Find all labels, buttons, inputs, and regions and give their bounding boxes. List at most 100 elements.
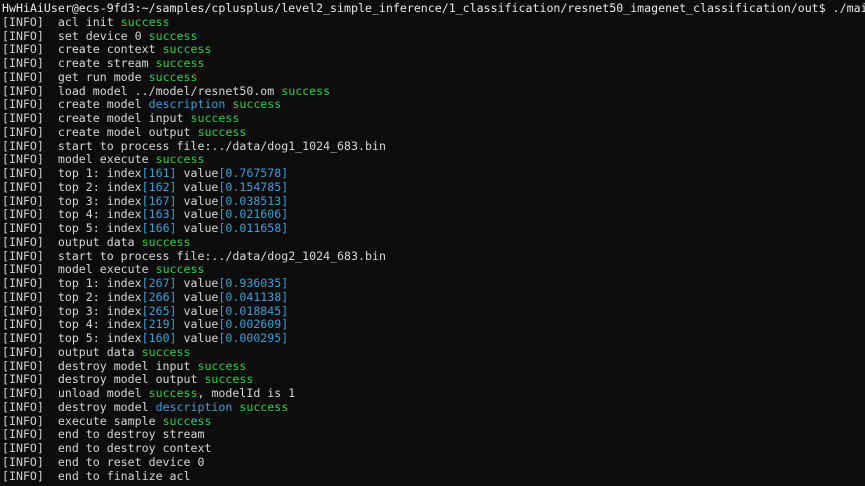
log-level-tag: [INFO]	[2, 276, 44, 290]
terminal-window[interactable]: HwHiAiUser@ecs-9fd3:~/samples/cplusplus/…	[0, 0, 865, 486]
log-level-tag: [INFO]	[2, 399, 44, 414]
log-level-tag: [INFO]	[2, 14, 44, 29]
log-line: [INFO] model execute success	[2, 262, 865, 277]
log-text: top 4: index	[57, 207, 142, 222]
status-success: success	[141, 344, 191, 359]
log-level-tag: [INFO]	[2, 317, 44, 332]
log-line: [INFO] end to finalize acl	[2, 468, 865, 484]
log-level-tag: [INFO]	[2, 138, 44, 153]
log-text: value	[176, 166, 219, 180]
log-level-tag: [INFO]	[2, 42, 44, 57]
log-text: top 1: index	[57, 276, 142, 290]
log-text: acl init	[57, 14, 121, 29]
log-text: destroy model output	[57, 372, 205, 387]
log-level-tag: [INFO]	[2, 248, 44, 263]
status-success: success	[162, 42, 212, 57]
log-text: top 1: index	[57, 166, 142, 180]
highlighted-value: [0.011658]	[218, 221, 289, 235]
log-text: top 4: index	[57, 317, 142, 332]
log-line: [INFO] top 5: index[166] value[0.011658]	[2, 221, 865, 236]
log-text: value	[176, 303, 219, 318]
highlighted-value: [0.936035]	[218, 276, 289, 290]
log-text: output data	[57, 344, 142, 359]
log-text: start to process file:../data/dog2_1024_…	[57, 248, 386, 263]
log-text: top 3: index	[57, 303, 142, 318]
highlighted-value: [0.767578]	[218, 166, 289, 180]
log-text: value	[176, 276, 219, 290]
log-line: [INFO] unload model success, modelId is …	[2, 386, 865, 401]
log-text: value	[176, 289, 219, 304]
log-text: create model output	[57, 124, 198, 139]
log-text: value	[176, 207, 219, 222]
status-success: success	[197, 124, 247, 139]
log-level-tag: [INFO]	[2, 454, 44, 469]
log-line: [INFO] end to reset device 0	[2, 454, 865, 470]
highlighted-value: [0.021606]	[218, 207, 289, 222]
log-level-tag: [INFO]	[2, 468, 44, 483]
log-line: [INFO] top 1: index[267] value[0.936035]	[2, 276, 865, 291]
log-level-tag: [INFO]	[2, 289, 44, 304]
log-line: [INFO] output data success	[2, 234, 865, 250]
log-line: [INFO] start to process file:../data/dog…	[2, 138, 865, 154]
log-text: end to destroy context	[57, 441, 212, 455]
highlighted-value: [266]	[141, 289, 177, 304]
status-success: success	[239, 399, 289, 414]
log-line: [INFO] set device 0 success	[2, 28, 865, 44]
log-text: , modelId is 1	[197, 386, 296, 400]
highlighted-value: [265]	[141, 303, 177, 318]
log-line: [INFO] create context success	[2, 42, 865, 57]
log-text: unload model	[57, 386, 149, 400]
log-line: [INFO] start to process file:../data/dog…	[2, 248, 865, 264]
status-success: success	[232, 97, 282, 112]
log-level-tag: [INFO]	[2, 179, 44, 194]
status-success: success	[162, 413, 212, 428]
log-text: load model ../model/resnet50.om	[57, 83, 282, 98]
status-success: success	[148, 386, 198, 400]
log-level-tag: [INFO]	[2, 83, 44, 98]
log-level-tag: [INFO]	[2, 97, 44, 112]
log-line: [INFO] output data success	[2, 344, 865, 360]
log-text: end to reset device 0	[57, 454, 205, 469]
highlighted-value: [0.018845]	[218, 303, 289, 318]
log-level-tag: [INFO]	[2, 441, 44, 455]
log-text: end to finalize acl	[57, 468, 191, 483]
log-text: destroy model	[57, 399, 156, 414]
log-text: value	[176, 193, 219, 208]
highlighted-value: [0.002609]	[218, 317, 289, 332]
log-line: [INFO] end to destroy context	[2, 441, 865, 456]
log-text: create context	[57, 42, 163, 57]
log-level-tag: [INFO]	[2, 193, 44, 208]
log-level-tag: [INFO]	[2, 234, 44, 249]
highlighted-value: [161]	[141, 166, 177, 180]
log-text: value	[176, 331, 219, 345]
log-level-tag: [INFO]	[2, 221, 44, 235]
status-success: success	[155, 152, 205, 167]
shell-prompt: HwHiAiUser@ecs-9fd3:~/samples/cplusplus/…	[2, 1, 865, 15]
log-text: value	[176, 179, 219, 194]
log-line: [INFO] end to destroy stream	[2, 427, 865, 442]
log-text: value	[176, 317, 219, 332]
log-line: [INFO] top 4: index[163] value[0.021606]	[2, 207, 865, 222]
log-line: [INFO] top 3: index[167] value[0.038513]	[2, 193, 865, 209]
highlighted-value: [162]	[141, 179, 177, 194]
log-level-tag: [INFO]	[2, 56, 44, 70]
log-level-tag: [INFO]	[2, 427, 44, 442]
log-text: top 2: index	[57, 289, 142, 304]
log-line: [INFO] top 2: index[266] value[0.041138]	[2, 289, 865, 305]
log-level-tag: [INFO]	[2, 344, 44, 359]
status-success: success	[148, 28, 198, 43]
log-line: [INFO] destroy model input success	[2, 359, 865, 374]
log-line: [INFO] create model input success	[2, 111, 865, 126]
highlighted-value: [267]	[141, 276, 177, 290]
log-level-tag: [INFO]	[2, 413, 44, 428]
log-level-tag: [INFO]	[2, 331, 44, 345]
log-line: [INFO] create model output success	[2, 124, 865, 140]
log-text: execute sample	[57, 413, 163, 428]
log-level-tag: [INFO]	[2, 111, 44, 125]
log-line: [INFO] acl init success	[2, 14, 865, 30]
log-level-tag: [INFO]	[2, 207, 44, 222]
highlighted-value: [0.038513]	[218, 193, 289, 208]
log-line: [INFO] load model ../model/resnet50.om s…	[2, 83, 865, 99]
log-level-tag: [INFO]	[2, 69, 44, 84]
log-level-tag: [INFO]	[2, 262, 44, 277]
